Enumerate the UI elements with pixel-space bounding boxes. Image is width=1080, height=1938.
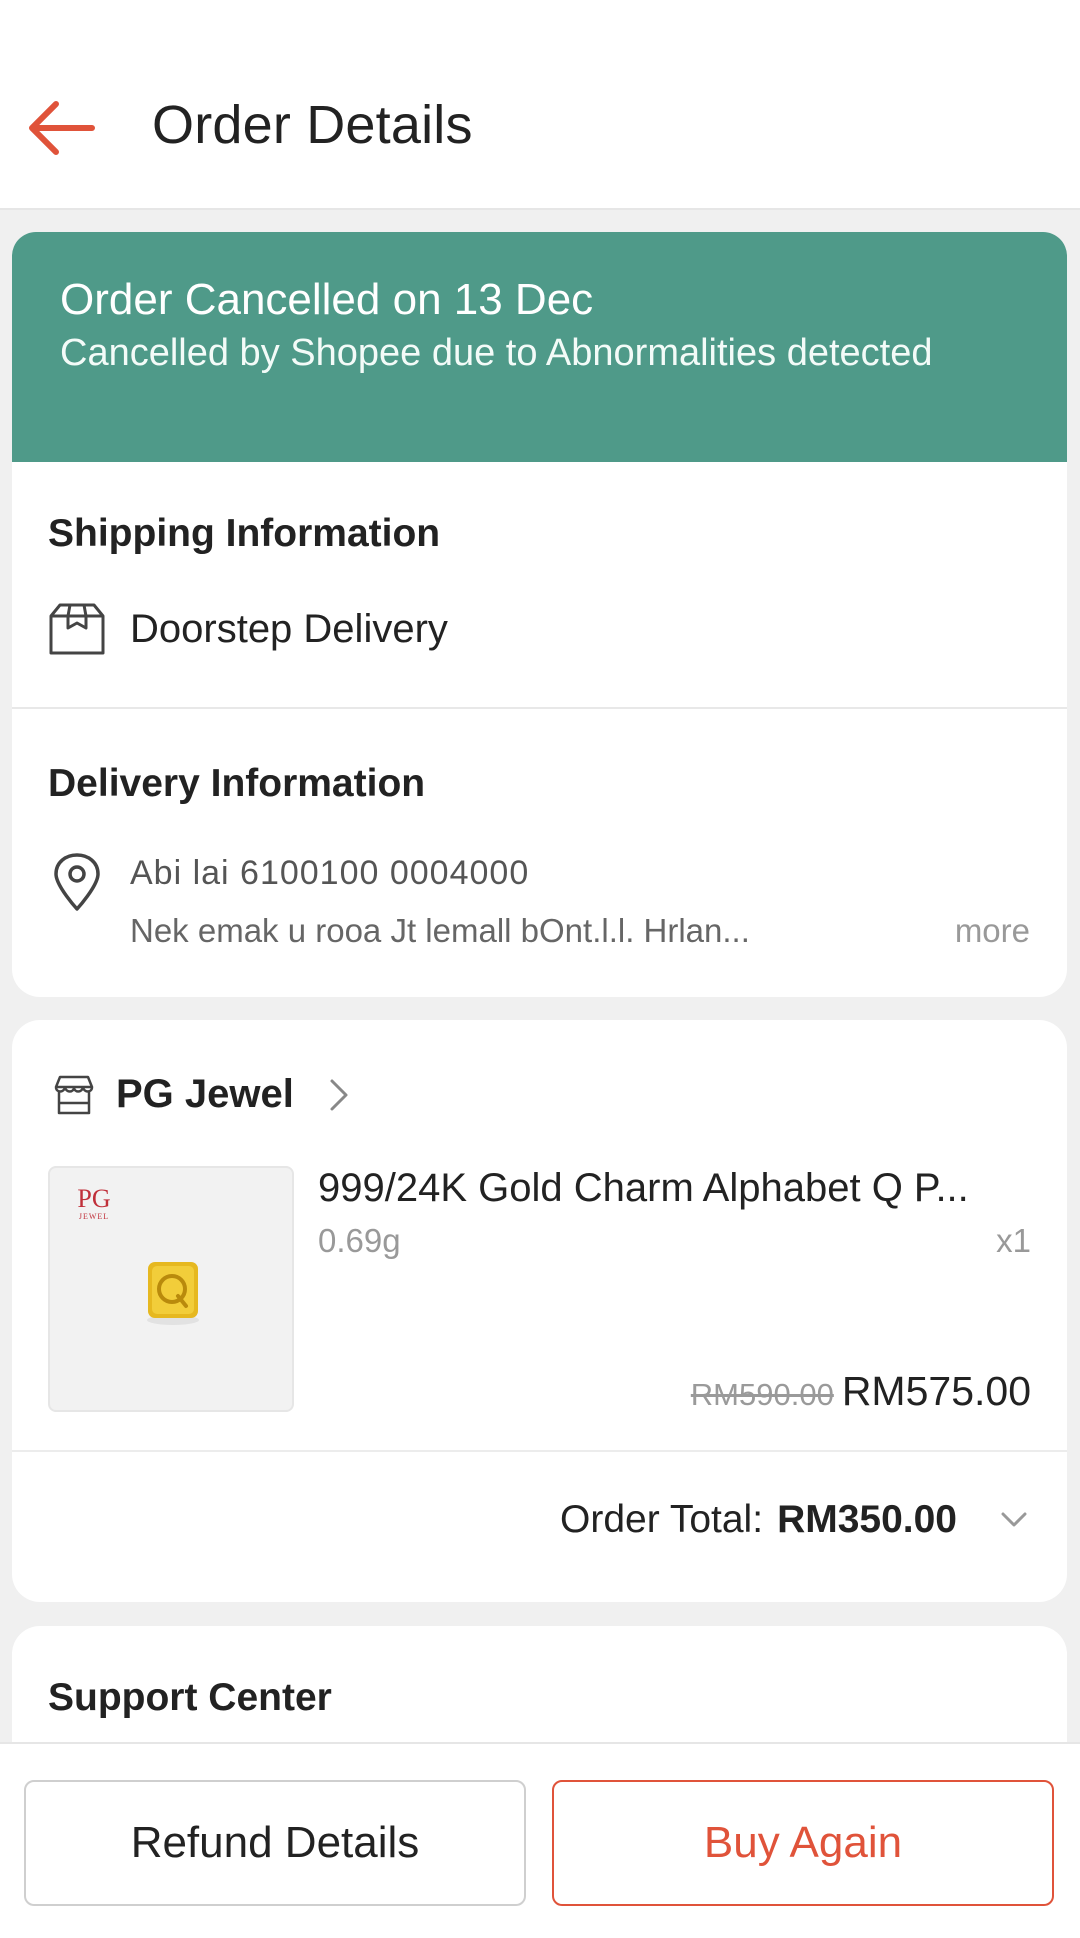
delivery-information-title: Delivery Information xyxy=(48,762,426,805)
gold-charm-image xyxy=(147,1262,199,1325)
shop-link[interactable]: PG Jewel xyxy=(52,1072,354,1117)
order-status-title: Order Cancelled on 13 Dec xyxy=(60,275,594,324)
delivery-recipient: Abi lai 6100100 0004000 xyxy=(130,854,530,892)
product-quantity: x1 xyxy=(996,1222,1031,1259)
shipping-method-row[interactable]: Doorstep Delivery xyxy=(48,602,448,656)
support-center-title[interactable]: Support Center xyxy=(48,1676,332,1720)
chevron-right-icon xyxy=(330,1079,348,1110)
store-icon xyxy=(54,1075,94,1114)
order-items-card: PG Jewel PG JEWEL 999/24K Gold Charm Alp… xyxy=(12,1020,1067,1602)
shipping-method-label: Doorstep Delivery xyxy=(130,606,448,651)
order-total-label: Order Total: xyxy=(560,1498,764,1541)
top-app-bar: Order Details xyxy=(0,0,1080,210)
order-total-value: RM350.00 xyxy=(777,1498,957,1541)
product-brand-logo: PG JEWEL xyxy=(77,1184,111,1222)
product-name[interactable]: 999/24K Gold Charm Alphabet Q P... xyxy=(318,1166,1048,1211)
chevron-down-icon xyxy=(1001,1512,1027,1527)
product-price-row: RM590.00 RM575.00 xyxy=(691,1368,1031,1415)
refund-details-button[interactable]: Refund Details xyxy=(24,1780,526,1906)
buy-again-button[interactable]: Buy Again xyxy=(552,1780,1054,1906)
original-price: RM590.00 xyxy=(690,1377,834,1412)
product-thumbnail[interactable]: PG JEWEL xyxy=(48,1166,294,1412)
location-pin-icon xyxy=(54,853,100,911)
shop-name: PG Jewel xyxy=(116,1072,294,1116)
delivery-address-row[interactable]: Nek emak u rooa Jt lemall bOnt.l.l. Hrla… xyxy=(130,912,1030,950)
shipping-information-title: Shipping Information xyxy=(48,512,441,555)
order-total-row[interactable]: Order Total: RM350.00 xyxy=(560,1498,1031,1542)
page-title: Order Details xyxy=(152,95,473,155)
section-divider xyxy=(12,707,1067,709)
order-details-page: Order Details Order Cancelled on 13 Dec … xyxy=(0,0,1080,1938)
back-button[interactable] xyxy=(22,92,98,164)
discounted-price: RM575.00 xyxy=(841,1368,1031,1414)
shipping-delivery-card: Shipping Information Doorstep Delivery D… xyxy=(12,462,1067,997)
order-status-reason: Cancelled by Shopee due to Abnormalities… xyxy=(60,332,933,374)
address-more-link[interactable]: more xyxy=(955,912,1030,950)
section-divider xyxy=(12,1450,1067,1452)
delivery-address: Nek emak u rooa Jt lemall bOnt.l.l. Hrla… xyxy=(130,912,750,949)
package-icon xyxy=(49,603,105,655)
product-variant: 0.69g xyxy=(318,1222,401,1259)
bottom-action-bar: Refund Details Buy Again xyxy=(0,1742,1080,1938)
arrow-left-icon xyxy=(29,101,95,155)
order-status-banner: Order Cancelled on 13 Dec Cancelled by S… xyxy=(12,232,1067,462)
